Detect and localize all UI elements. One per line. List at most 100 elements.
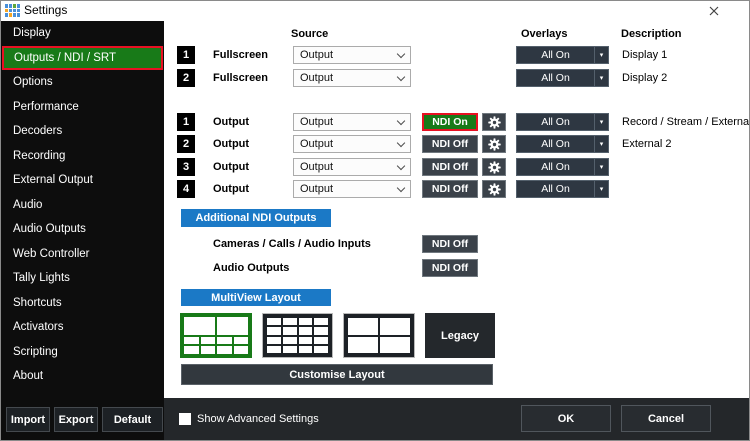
default-button[interactable]: Default: [102, 407, 163, 432]
overlays-value: All On: [541, 138, 570, 150]
fullscreen-row-1: 1 Fullscreen Output All On ▾ Display 1: [164, 46, 749, 64]
dropdown-arrow-icon: ▾: [594, 47, 608, 63]
chevron-down-icon: [396, 116, 406, 125]
overlays-value: All On: [541, 72, 570, 84]
selected-source: Output: [300, 161, 334, 173]
overlays-column-header: Overlays: [521, 28, 568, 40]
sidebar-item-external-output[interactable]: External Output: [1, 168, 164, 193]
output2-settings-button[interactable]: [482, 135, 506, 153]
dropdown-arrow-icon: ▾: [594, 181, 608, 197]
sidebar-item-outputs-ndi-srt[interactable]: Outputs / NDI / SRT: [2, 45, 163, 70]
row-number-badge: 2: [177, 69, 195, 87]
fullscreen-row-2: 2 Fullscreen Output All On ▾ Display 2: [164, 69, 749, 87]
multiview-layout-option-2[interactable]: [262, 313, 333, 358]
row-description: External 2: [622, 138, 672, 150]
export-button[interactable]: Export: [54, 407, 98, 432]
chevron-down-icon: [396, 49, 406, 58]
overlays-value: All On: [541, 116, 570, 128]
sidebar-item-options[interactable]: Options: [1, 70, 164, 95]
output1-source-select[interactable]: Output: [293, 113, 411, 131]
row-label: Output: [213, 183, 250, 195]
output3-ndi-toggle[interactable]: NDI Off: [422, 158, 478, 176]
output3-settings-button[interactable]: [482, 158, 506, 176]
close-icon[interactable]: [705, 3, 723, 19]
row-label: Output: [213, 116, 250, 128]
ok-button[interactable]: OK: [521, 405, 611, 432]
output-row-4: 4 Output Output NDI Off All On ▾: [164, 180, 749, 198]
outputs-settings-panel: Source Overlays Description 1 Fullscreen…: [164, 21, 749, 398]
customise-layout-button[interactable]: Customise Layout: [181, 364, 493, 385]
sidebar-item-shortcuts[interactable]: Shortcuts: [1, 291, 164, 316]
gear-icon: [487, 182, 501, 196]
fullscreen1-overlays-dropdown[interactable]: All On ▾: [516, 46, 609, 64]
footer-bar: Show Advanced Settings OK Cancel: [164, 398, 749, 440]
show-advanced-settings-label: Show Advanced Settings: [197, 413, 319, 425]
sidebar-item-tally-lights[interactable]: Tally Lights: [1, 266, 164, 291]
sidebar-item-about[interactable]: About: [1, 364, 164, 389]
output-row-1: 1 Output Output NDI On All On ▾ Record / …: [164, 113, 749, 131]
output1-overlays-dropdown[interactable]: All On ▾: [516, 113, 609, 131]
output4-settings-button[interactable]: [482, 180, 506, 198]
fullscreen2-source-select[interactable]: Output: [293, 69, 411, 87]
multiview-layout-button[interactable]: MultiView Layout: [181, 289, 331, 306]
cancel-button[interactable]: Cancel: [621, 405, 711, 432]
row-label: Output: [213, 161, 250, 173]
overlays-value: All On: [541, 161, 570, 173]
layout-preview: [184, 346, 248, 354]
output4-ndi-toggle[interactable]: NDI Off: [422, 180, 478, 198]
row-description: Display 1: [622, 49, 668, 61]
selected-source: Output: [300, 116, 334, 128]
legacy-layout-button[interactable]: Legacy: [425, 313, 495, 358]
selected-source: Output: [300, 72, 334, 84]
output2-ndi-toggle[interactable]: NDI Off: [422, 135, 478, 153]
output1-settings-button[interactable]: [482, 113, 506, 131]
overlays-value: All On: [541, 183, 570, 195]
gear-icon: [487, 160, 501, 174]
sidebar-item-web-controller[interactable]: Web Controller: [1, 242, 164, 267]
output4-source-select[interactable]: Output: [293, 180, 411, 198]
output2-overlays-dropdown[interactable]: All On ▾: [516, 135, 609, 153]
row-number-badge: 4: [177, 180, 195, 198]
row-label: Fullscreen: [213, 72, 269, 84]
sidebar-item-scripting[interactable]: Scripting: [1, 340, 164, 365]
sidebar-item-performance[interactable]: Performance: [1, 95, 164, 120]
output4-overlays-dropdown[interactable]: All On ▾: [516, 180, 609, 198]
audio-outputs-ndi-toggle[interactable]: NDI Off: [422, 259, 478, 277]
selected-source: Output: [300, 49, 334, 61]
row-label: Audio Outputs: [213, 262, 290, 274]
sidebar-item-recording[interactable]: Recording: [1, 144, 164, 169]
audio-outputs-row: Audio Outputs NDI Off: [164, 259, 749, 277]
sidebar-item-audio[interactable]: Audio: [1, 193, 164, 218]
fullscreen2-overlays-dropdown[interactable]: All On ▾: [516, 69, 609, 87]
additional-ndi-outputs-button[interactable]: Additional NDI Outputs: [181, 209, 331, 227]
sidebar-item-audio-outputs[interactable]: Audio Outputs: [1, 217, 164, 242]
sidebar-item-activators[interactable]: Activators: [1, 315, 164, 340]
output3-overlays-dropdown[interactable]: All On ▾: [516, 158, 609, 176]
fullscreen1-source-select[interactable]: Output: [293, 46, 411, 64]
cameras-ndi-toggle[interactable]: NDI Off: [422, 235, 478, 253]
output-row-3: 3 Output Output NDI Off All On ▾: [164, 158, 749, 176]
sidebar-item-display[interactable]: Display: [1, 21, 164, 46]
dropdown-arrow-icon: ▾: [594, 114, 608, 130]
output1-ndi-toggle[interactable]: NDI On: [422, 113, 478, 131]
row-number-badge: 2: [177, 135, 195, 153]
import-button[interactable]: Import: [6, 407, 50, 432]
multiview-layout-option-3[interactable]: [343, 313, 415, 358]
cameras-calls-audio-inputs-row: Cameras / Calls / Audio Inputs NDI Off: [164, 235, 749, 253]
row-label: Cameras / Calls / Audio Inputs: [213, 238, 371, 250]
multiview-layout-option-1-selected[interactable]: [180, 313, 252, 358]
output2-source-select[interactable]: Output: [293, 135, 411, 153]
window-title: Settings: [24, 3, 68, 17]
output3-source-select[interactable]: Output: [293, 158, 411, 176]
chevron-down-icon: [396, 183, 406, 192]
settings-window: Settings Display Outputs / NDI / SRT Opt…: [0, 0, 750, 441]
show-advanced-settings-checkbox[interactable]: [179, 413, 191, 425]
chevron-down-icon: [396, 72, 406, 81]
row-description: Display 2: [622, 72, 668, 84]
overlays-value: All On: [541, 49, 570, 61]
settings-sidebar: Display Outputs / NDI / SRT Options Perf…: [1, 21, 164, 440]
dropdown-arrow-icon: ▾: [594, 159, 608, 175]
gear-icon: [487, 137, 501, 151]
source-column-header: Source: [291, 28, 329, 40]
sidebar-item-decoders[interactable]: Decoders: [1, 119, 164, 144]
